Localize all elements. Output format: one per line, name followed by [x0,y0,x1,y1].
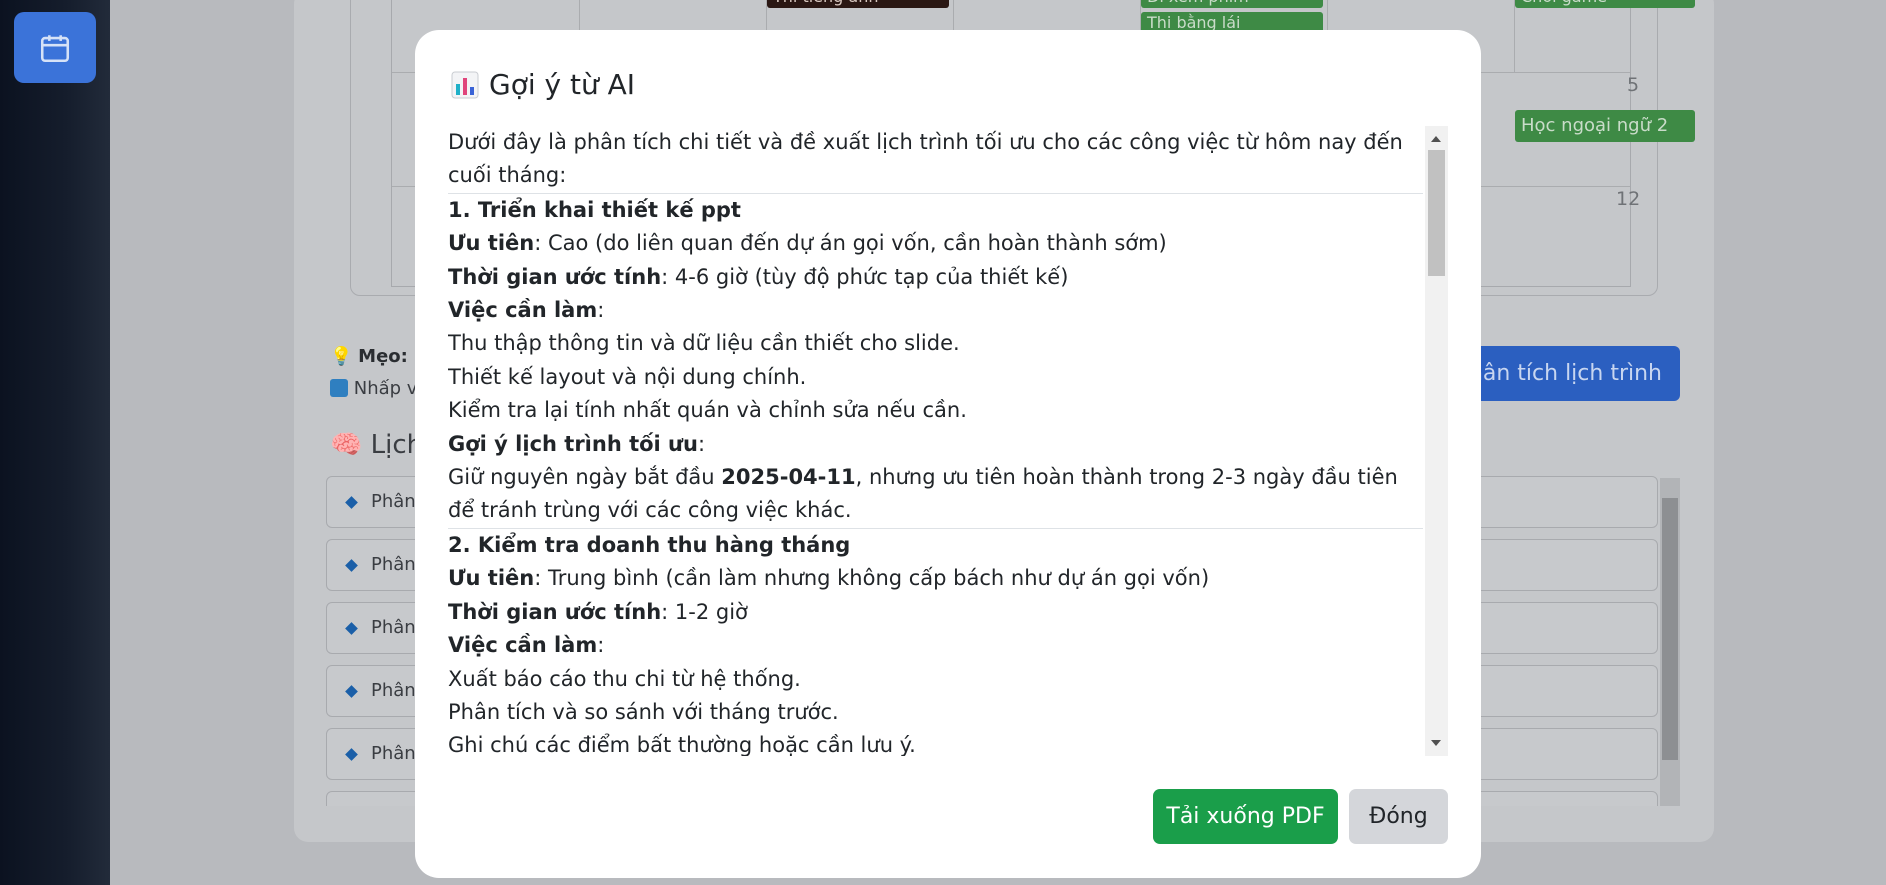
todo-item: Ghi chú các điểm bất thường hoặc cần lưu… [448,733,916,756]
content-scrollbar[interactable] [1425,126,1448,756]
scroll-down-icon[interactable] [1431,740,1441,746]
suggestion-text: Dưới đây là phân tích chi tiết và đề xuấ… [448,126,1423,756]
diamond-icon [345,559,358,572]
todo-item: Kiểm tra lại tính nhất quán và chỉnh sửa… [448,398,967,423]
calendar-nav-button[interactable] [14,12,96,83]
priority-line: Ưu tiên: Trung bình (cần làm nhưng không… [448,566,1210,591]
todo-item: Phân tích và so sánh với tháng trước. [448,699,839,724]
suggestion-content[interactable]: Dưới đây là phân tích chi tiết và đề xuấ… [448,126,1448,756]
modal-title: Gợi ý từ AI [451,68,635,101]
calendar-icon [40,34,70,62]
section-heading: 1. Triển khai thiết kế ppt [448,197,741,222]
day-number: 12 [1616,188,1641,210]
sidebar [0,0,110,885]
scrollbar-thumb[interactable] [1428,150,1445,276]
diamond-icon [345,622,358,635]
scrollbar-thumb[interactable] [1662,498,1678,760]
todo-item: Thu thập thông tin và dữ liệu cần thiết … [448,331,960,356]
intro-text: Dưới đây là phân tích chi tiết và đề xuấ… [448,130,1403,188]
diamond-icon [345,496,358,509]
schedule-text: Giữ nguyên ngày bắt đầu 2025-04-11, nhưn… [448,465,1398,523]
time-line: Thời gian ước tính: 4-6 giờ (tùy độ phức… [448,264,1069,289]
lightbulb-icon: 💡 [330,346,353,367]
section-heading: 2. Kiểm tra doanh thu hàng tháng [448,532,851,557]
schedule-label: Gợi ý lịch trình tối ưu: [448,431,706,456]
scroll-up-icon[interactable] [1431,136,1441,142]
section-title: 🧠 Lịch [330,430,424,460]
todo-label: Việc cần làm: [448,633,605,658]
diamond-icon [345,748,358,761]
day-number: 5 [1627,74,1640,96]
ai-suggestion-modal: Gợi ý từ AI Dưới đây là phân tích chi ti… [415,30,1481,878]
download-pdf-button[interactable]: Tải xuống PDF [1153,789,1338,844]
diamond-icon [345,685,358,698]
refresh-icon [330,379,348,397]
todo-item: Xuất báo cáo thu chi từ hệ thống. [448,666,801,691]
calendar-event[interactable]: Học ngoại ngữ 2 [1515,110,1695,142]
list-scrollbar[interactable] [1660,478,1680,806]
calendar-event[interactable]: Chơi game [1515,0,1695,8]
time-line: Thời gian ước tính: 1-2 giờ [448,599,748,624]
priority-line: Ưu tiên: Cao (do liên quan đến dự án gọi… [448,231,1167,256]
tip-text: 💡 Mẹo: K [330,346,425,367]
bar-chart-icon [451,71,479,99]
brain-icon: 🧠 [330,430,363,460]
close-button[interactable]: Đóng [1349,789,1448,844]
calendar-divider [1514,0,1515,72]
todo-item: Thiết kế layout và nội dung chính. [448,364,807,389]
tip-hint: Nhấp v [330,378,417,399]
todo-label: Việc cần làm: [448,298,605,323]
calendar-event[interactable]: Thi tiếng anh [767,0,949,8]
calendar-event[interactable]: Đi xem phim [1141,0,1323,8]
